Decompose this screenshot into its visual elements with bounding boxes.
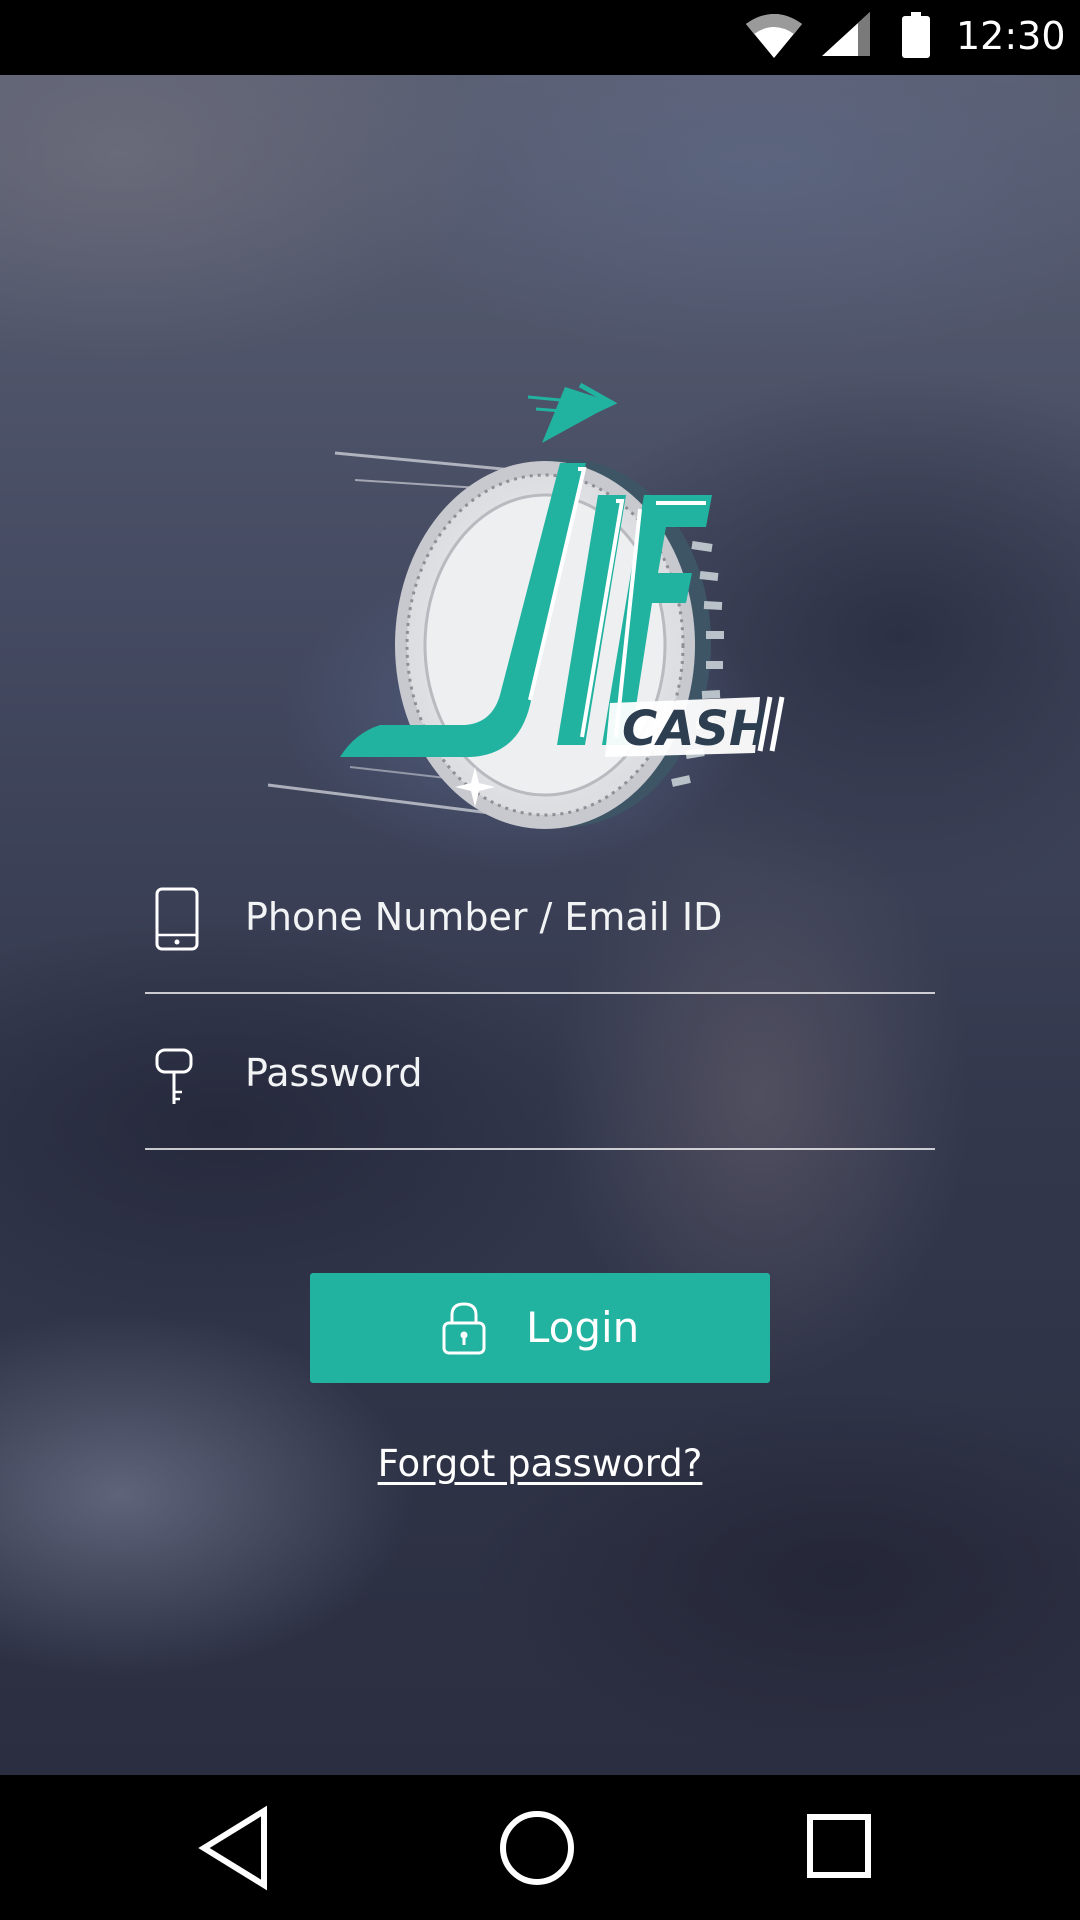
status-clock: 12:30 xyxy=(956,14,1066,58)
key-icon xyxy=(155,1048,193,1104)
recents-icon[interactable] xyxy=(796,1803,886,1893)
phone-email-input[interactable] xyxy=(245,842,925,992)
status-bar: 12:30 xyxy=(0,0,1080,75)
back-icon[interactable] xyxy=(190,1803,280,1893)
home-icon[interactable] xyxy=(492,1803,582,1893)
forgot-password-link[interactable]: Forgot password? xyxy=(0,1442,1080,1485)
login-screen: 12:30 CASH Phone Number / Email ID Login… xyxy=(0,0,1080,1920)
phone-email-field[interactable] xyxy=(145,842,935,994)
login-background: CASH Phone Number / Email ID Login Forgo… xyxy=(0,75,1080,1775)
cell-signal-icon xyxy=(822,12,870,56)
lock-icon xyxy=(442,1302,486,1355)
wifi-icon xyxy=(746,14,802,58)
logo-cash-text: CASH xyxy=(622,701,769,757)
battery-icon xyxy=(902,12,930,58)
login-button[interactable]: Login xyxy=(310,1273,770,1383)
password-input[interactable] xyxy=(245,998,925,1148)
login-button-label: Login xyxy=(526,1303,640,1352)
phone-icon xyxy=(155,887,199,951)
jif-cash-logo: CASH xyxy=(267,382,785,829)
password-field[interactable] xyxy=(145,998,935,1150)
system-nav-bar xyxy=(0,1775,1080,1920)
